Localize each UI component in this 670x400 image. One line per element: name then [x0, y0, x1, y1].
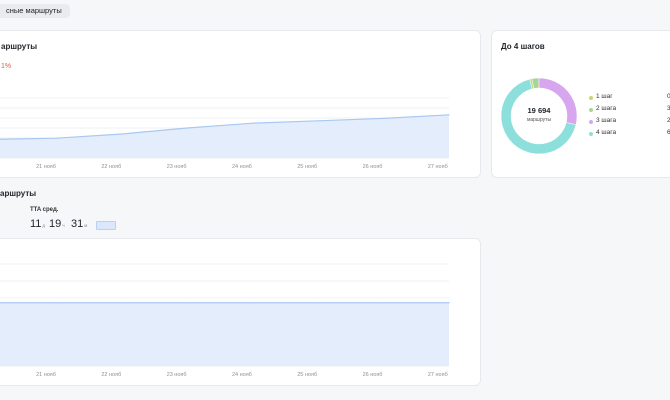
data-point	[252, 302, 254, 304]
legend-label: 2 шага	[596, 105, 617, 112]
data-point	[186, 127, 188, 129]
routes-chart: 21 нояб 22 нояб 23 нояб 24 нояб 25 нояб 26 но…	[0, 97, 450, 170]
tta-minutes: 31м	[71, 218, 88, 230]
tta-section-title: аршруты	[0, 189, 37, 198]
donut-total: 19 694	[527, 106, 551, 115]
donut-caption: маршруты	[526, 117, 552, 123]
legend-label: 1 шаг	[596, 93, 613, 100]
x-tick-label: 26 нояб	[363, 164, 383, 170]
x-tick-label: 25 нояб	[297, 164, 317, 170]
data-point	[121, 133, 123, 135]
data-point	[448, 302, 450, 304]
steps-card: До 4 шагов 19 694 маршруты 1 шаг012 шага…	[491, 30, 670, 178]
x-tick-label: 24 нояб	[232, 164, 252, 170]
data-point	[317, 302, 319, 304]
data-point	[317, 120, 319, 122]
data-point	[55, 302, 58, 304]
legend-dot-icon	[589, 108, 593, 112]
tta-mini-bar	[96, 221, 116, 230]
routes-card: аршруты 1% 21 нояб 22 нояб 23 нояб 24 нояб 2…	[0, 30, 481, 178]
tab-routes[interactable]: сные маршруты	[0, 4, 70, 18]
x-tick-label: 22 нояб	[101, 372, 121, 378]
series-area	[0, 302, 449, 366]
legend-label: 3 шага	[596, 117, 617, 124]
x-tick-label: 25 нояб	[297, 372, 317, 378]
legend-dot-icon	[589, 120, 593, 124]
tta-card: 21 нояб 22 нояб 23 нояб 24 нояб 25 нояб 26 но…	[0, 238, 481, 386]
data-point	[382, 117, 385, 119]
x-tick-label: 21 нояб	[36, 372, 56, 378]
x-tick-label: 27 нояб	[428, 372, 448, 378]
legend-label: 4 шага	[596, 129, 617, 136]
data-point	[121, 302, 123, 304]
data-point	[448, 114, 450, 116]
tta-chart: 21 нояб 22 нояб 23 нояб 24 нояб 25 нояб 26 но…	[0, 263, 450, 378]
steps-card-title: До 4 шагов	[501, 42, 545, 51]
tta-label: TTA сред.	[30, 207, 59, 213]
tta-days: 11д	[30, 218, 46, 230]
tta-hours: 19ч	[49, 218, 65, 230]
legend-dot-icon	[589, 96, 593, 100]
data-point	[382, 302, 385, 304]
x-tick-label: 23 нояб	[167, 372, 187, 378]
x-tick-label: 27 нояб	[428, 164, 448, 170]
x-tick-label: 23 нояб	[167, 164, 187, 170]
x-tick-label: 22 нояб	[101, 164, 121, 170]
steps-legend: 1 шаг012 шага313 шага2914 шага681	[589, 93, 670, 143]
data-point	[252, 122, 254, 124]
x-tick-label: 26 нояб	[363, 372, 383, 378]
data-point	[55, 137, 58, 139]
x-tick-label: 21 нояб	[36, 164, 56, 170]
series-area	[0, 114, 449, 158]
x-tick-label: 24 нояб	[232, 372, 252, 378]
data-point	[186, 302, 188, 304]
legend-dot-icon	[589, 132, 593, 136]
steps-donut	[500, 77, 578, 155]
